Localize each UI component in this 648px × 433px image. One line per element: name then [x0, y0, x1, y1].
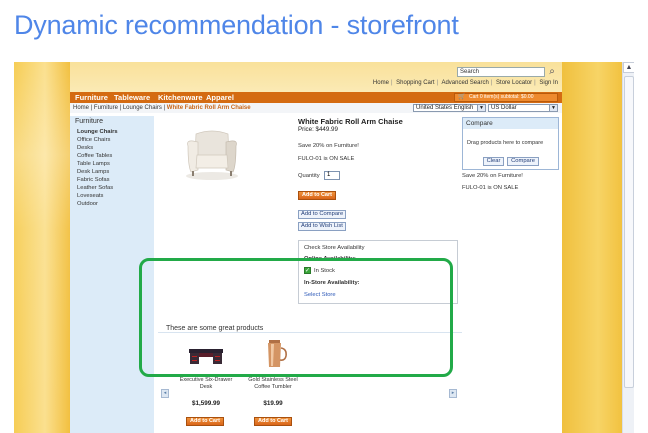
product-title: White Fabric Roll Arm Chaise: [298, 117, 403, 126]
compare-panel: Compare Drag products here to compare Cl…: [462, 117, 559, 170]
sidebar-item-table-lamps[interactable]: Table Lamps: [77, 161, 110, 167]
language-select[interactable]: United States English ▼: [413, 104, 486, 112]
rec-item-2-name-line2: Coffee Tumbler: [254, 384, 292, 390]
rec-item-1-name-line1: Executive Six-Drawer: [179, 377, 233, 383]
vertical-scrollbar[interactable]: ▲: [622, 62, 634, 433]
chevron-down-icon: ▼: [477, 105, 485, 111]
storefront-page: Search ⌕ Home | Shopping Cart | Advanced S…: [70, 62, 562, 433]
nav-item-tableware[interactable]: Tableware: [114, 93, 150, 102]
sidebar-item-office-chairs[interactable]: Office Chairs: [77, 137, 110, 143]
breadcrumb-lounge-chairs[interactable]: Lounge Chairs: [123, 105, 162, 111]
quantity-label: Quantity: [298, 173, 320, 179]
compare-instructions: Drag products here to compare: [467, 140, 544, 146]
clear-button[interactable]: Clear: [483, 157, 504, 166]
compare-sale-note: FULO-01 is ON SALE: [462, 185, 519, 191]
compare-promo: Save 20% on Furniture!: [462, 173, 523, 179]
breadcrumb-furniture[interactable]: Furniture: [94, 105, 118, 111]
nav-item-apparel[interactable]: Apparel: [206, 93, 234, 102]
cart-summary: Cart 0 item(s) subtotal: $0.00: [469, 94, 534, 100]
search-input[interactable]: Search: [457, 67, 545, 77]
quantity-input[interactable]: 1: [324, 171, 340, 180]
magnifier-icon[interactable]: ⌕: [546, 66, 558, 78]
product-promo: Save 20% on Furniture!: [298, 143, 359, 149]
browser-screenshot: ▲ Search ⌕ Home | Shopping Cart | Advanced…: [14, 62, 634, 433]
scroll-up-arrow-icon[interactable]: ▲: [623, 62, 634, 73]
sidebar-item-lounge-chairs[interactable]: Lounge Chairs: [77, 129, 118, 135]
rec-item-2-name-line1: Gold Stainless Steel: [248, 377, 298, 383]
sidebar-item-desk-lamps[interactable]: Desk Lamps: [77, 169, 109, 175]
slide-title: Dynamic recommendation - storefront: [14, 10, 459, 40]
sidebar-item-coffee-tables[interactable]: Coffee Tables: [77, 153, 112, 159]
advanced-search-link[interactable]: Advanced Search: [441, 80, 488, 86]
sidebar-item-desks[interactable]: Desks: [77, 145, 93, 151]
cart-icon: 🛒: [458, 94, 466, 100]
category-nav: Furniture Tableware Kitchenware Apparel …: [70, 92, 562, 103]
add-to-compare-button[interactable]: Add to Compare: [298, 210, 347, 219]
sidebar-item-loveseats[interactable]: Loveseats: [77, 193, 103, 199]
home-link[interactable]: Home: [373, 80, 389, 86]
sidebar-item-outdoor[interactable]: Outdoor: [77, 201, 98, 207]
product-image-armchair: [186, 130, 238, 180]
breadcrumb-current: White Fabric Roll Arm Chaise: [166, 105, 251, 111]
shopping-cart-link[interactable]: Shopping Cart: [396, 80, 434, 86]
sign-in-link[interactable]: Sign In: [539, 80, 558, 86]
currency-select-value: US Dollar: [491, 105, 517, 111]
compare-button[interactable]: Compare: [507, 157, 539, 166]
sidebar-item-fabric-sofas[interactable]: Fabric Sofas: [77, 177, 110, 183]
sidebar-title: Furniture: [75, 118, 104, 125]
store-header: Search ⌕ Home | Shopping Cart | Advanced S…: [70, 62, 562, 92]
currency-select[interactable]: US Dollar ▼: [488, 104, 558, 112]
rec-item-1-add-to-cart-button[interactable]: Add to Cart: [186, 417, 224, 426]
product-price: Price: $449.99: [298, 126, 338, 133]
rec-item-1-name: Executive Six-Drawer Desk: [170, 377, 242, 391]
rec-item-1-name-line2: Desk: [199, 384, 213, 390]
compare-title: Compare: [463, 118, 558, 129]
nav-item-kitchenware[interactable]: Kitchenware: [158, 93, 203, 102]
rec-item-1-price: $1,599.99: [191, 400, 220, 407]
chevron-down-icon: ▼: [549, 105, 557, 111]
breadcrumb-home[interactable]: Home: [73, 105, 89, 111]
product-sale-note: FULO-01 is ON SALE: [298, 156, 355, 162]
add-to-cart-button[interactable]: Add to Cart: [298, 191, 336, 200]
rec-item-2-name: Gold Stainless Steel Coffee Tumbler: [241, 377, 305, 391]
scroll-thumb[interactable]: [624, 76, 634, 388]
rec-item-2-price: $19.99: [263, 400, 283, 407]
sidebar-item-leather-sofas[interactable]: Leather Sofas: [77, 185, 113, 191]
background-right-panel: [562, 62, 622, 433]
store-locator-link[interactable]: Store Locator: [496, 80, 532, 86]
rec-item-2-add-to-cart-button[interactable]: Add to Cart: [254, 417, 292, 426]
carousel-right-arrow-icon[interactable]: ▸: [449, 389, 457, 398]
carousel-left-arrow-icon[interactable]: ◂: [161, 389, 169, 398]
add-to-wishlist-button[interactable]: Add to Wish List: [298, 222, 346, 231]
utility-links: Home | Shopping Cart | Advanced Search | St…: [372, 80, 558, 86]
recommendations-highlight: [139, 258, 453, 377]
nav-item-furniture[interactable]: Furniture: [75, 93, 108, 102]
mini-cart[interactable]: 🛒 Cart 0 item(s) subtotal: $0.00: [454, 93, 558, 102]
availability-title: Check Store Availability: [304, 245, 365, 251]
language-select-value: United States English: [416, 105, 474, 111]
